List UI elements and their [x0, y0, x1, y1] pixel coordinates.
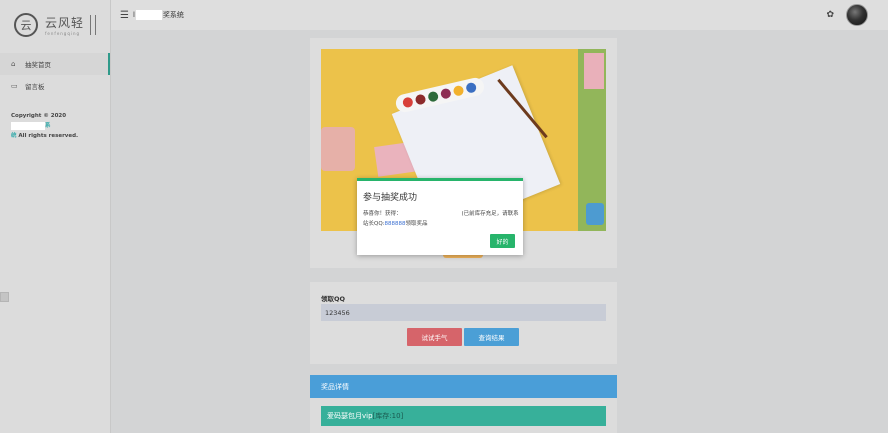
dialog-message-suffix: 领取奖品 — [405, 221, 428, 227]
prize-card: 奖品详情 爱码瑟包月vip [库存:10] — [310, 375, 617, 433]
dialog-title: 参与抽奖成功 — [363, 193, 418, 203]
dialog-qq-link[interactable]: 888888 — [385, 221, 406, 227]
banner-decoration — [584, 53, 604, 89]
redacted-text — [401, 209, 462, 218]
app-title-suffix: 奖系统 — [162, 11, 184, 19]
sidebar-item-label: 留言板 — [25, 83, 45, 91]
home-icon: ⌂ — [11, 60, 16, 68]
logo-char: 云 — [20, 19, 32, 32]
dialog-message-middle: (已前库存充足，请联系 — [461, 211, 519, 217]
ok-button[interactable]: 好的 — [490, 234, 515, 248]
prize-item-stock: [库存:10] — [372, 412, 404, 420]
header-actions: ✿ — [826, 4, 868, 26]
sidebar: 云 云风轻 fenfengqing ⌂ 抽奖首页 ▭ 留言板 Copyright… — [0, 0, 111, 433]
dialog-message-prefix: 恭喜你！获得： — [363, 211, 402, 217]
logo[interactable]: 云 云风轻 fenfengqing — [0, 0, 110, 50]
dialog-message: 恭喜你！获得： (已前库存充足，请联系 站长QQ:888888领取奖品 — [363, 209, 519, 229]
hamburger-menu-icon[interactable]: ☰ — [120, 10, 129, 21]
logo-subtitle: fenfengqing — [45, 31, 81, 36]
app-title: l 奖系统 — [133, 10, 184, 20]
paint-dot — [452, 84, 465, 97]
logo-icon: 云 — [14, 13, 38, 37]
copyright: Copyright © 2020系 统 All rights reserved. — [0, 97, 110, 141]
prize-item-name: 爱码瑟包月vip — [327, 412, 373, 420]
banner-decoration — [321, 127, 355, 171]
sidebar-nav: ⌂ 抽奖首页 ▭ 留言板 — [0, 53, 110, 97]
redacted-text — [135, 10, 162, 20]
try-luck-button[interactable]: 试试手气 — [407, 328, 462, 346]
avatar[interactable] — [846, 4, 868, 26]
banner-side-strip — [578, 49, 606, 231]
prize-item: 爱码瑟包月vip [库存:10] — [321, 406, 606, 426]
sidebar-item-messages[interactable]: ▭ 留言板 — [0, 75, 110, 97]
paint-dot — [427, 90, 440, 103]
collapse-handle[interactable] — [0, 292, 9, 302]
query-result-button[interactable]: 查询结果 — [464, 328, 519, 346]
qq-input[interactable] — [321, 304, 606, 321]
logo-text-block: 云风轻 fenfengqing — [45, 14, 84, 36]
paint-dot — [414, 93, 427, 106]
banner-decoration — [586, 203, 604, 225]
redacted-text — [11, 121, 45, 130]
paint-dot — [401, 96, 414, 109]
paint-dot — [439, 87, 452, 100]
paint-dot — [465, 81, 478, 94]
lottery-form-card: 领取QQ 试试手气 查询结果 — [310, 282, 617, 364]
logo-divider — [90, 15, 97, 35]
palette-icon[interactable]: ✿ — [826, 10, 834, 20]
sidebar-item-home[interactable]: ⌂ 抽奖首页 — [0, 53, 110, 75]
copyright-prefix: Copyright © 2020 — [11, 113, 67, 119]
copyright-rights: All rights reserved. — [16, 133, 79, 139]
app-title-prefix: l — [132, 11, 135, 19]
success-dialog: 参与抽奖成功 恭喜你！获得： (已前库存充足，请联系 站长QQ:888888领取奖… — [357, 178, 523, 255]
logo-title: 云风轻 — [45, 16, 85, 30]
copyright-suffix: 系 — [45, 123, 51, 129]
dialog-message-qq-prefix: 站长QQ: — [363, 221, 385, 227]
prize-header: 奖品详情 — [310, 375, 617, 398]
monitor-icon: ▭ — [11, 82, 18, 90]
top-header: ☰ l 奖系统 ✿ — [111, 0, 888, 30]
sidebar-item-label: 抽奖首页 — [25, 61, 51, 69]
qq-label: 领取QQ — [321, 295, 346, 303]
